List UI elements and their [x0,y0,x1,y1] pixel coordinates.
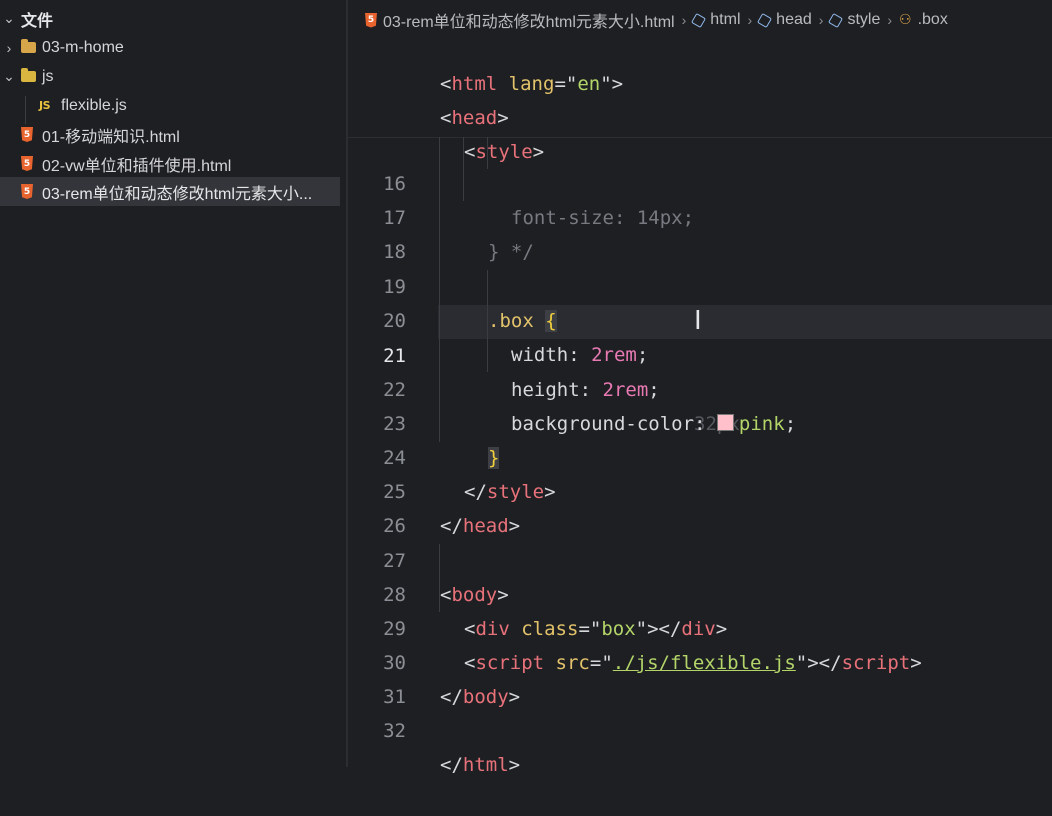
explorer-header[interactable]: ⌄ 文件 [0,4,340,33]
code-line: 22 background-color: pink; [348,339,1052,435]
code-line: 23 } [348,373,1052,469]
code-line: 20 width: 2rem; [348,270,1052,366]
breadcrumb-separator-icon: › [681,12,687,28]
breadcrumb-file[interactable]: 5 03-rem单位和动态修改html元素大小.html [365,8,675,32]
js-folder-icon [21,68,36,82]
chevron-down-icon: ⌄ [3,10,15,26]
tree-item-file-02[interactable]: 5 02-vw单位和插件使用.html [0,149,340,178]
code-line: 18 [348,201,1052,263]
code-line: 28 <div class="box"></div> [348,544,1052,640]
element-icon [691,12,707,28]
sticky-scroll-header[interactable]: <html lang="en"> <head> <style> [348,33,1052,163]
tree-item-file-flexible-js[interactable]: JS flexible.js [0,91,340,120]
code-line: 19 .box { [348,236,1052,332]
code-line: 29 <script src="./js/flexible.js"></scri… [348,578,1052,674]
breadcrumb-label: .box [917,11,948,28]
tree-item-label: flexible.js [61,96,127,114]
breadcrumb-separator-icon: › [818,12,824,28]
breadcrumb-label: head [776,11,812,28]
tree-item-label: js [42,67,54,85]
breadcrumb-label: style [847,11,881,28]
js-file-icon: JS [39,99,51,112]
html5-file-icon: 5 [21,127,33,142]
breadcrumb-html[interactable]: html [691,11,741,29]
tree-item-label: 02-vw单位和插件使用.html [42,157,232,175]
tree-item-folder-03-m-home[interactable]: › 03-m-home [0,33,340,62]
folder-icon [21,39,36,53]
chevron-right-icon: › [6,39,12,56]
breadcrumb-head[interactable]: head [757,11,812,29]
element-icon [828,12,844,28]
sticky-line: <html lang="en"> [440,73,624,95]
tree-item-folder-js[interactable]: ⌄ js [0,62,340,91]
code-line: 32 </html> [348,680,1052,776]
tree-item-file-03-active[interactable]: 5 03-rem单位和动态修改html元素大小... [0,177,340,206]
code-line: 27 <body> [348,510,1052,606]
tree-item-file-01[interactable]: 5 01-移动端知识.html [0,120,340,149]
explorer-sidebar: ⌄ 文件 › 03-m-home ⌄ js JS flexible.js 5 0… [0,0,346,767]
code-line: 31 [348,646,1052,708]
breadcrumb-box[interactable]: ⚇ .box [899,11,948,29]
breadcrumb-separator-icon: › [887,12,893,28]
breadcrumb-file-label: 03-rem单位和动态修改html元素大小.html [383,14,675,31]
css-selector-icon: ⚇ [899,12,912,28]
tree-item-label: 01-移动端知识.html [42,128,180,146]
html5-file-icon: 5 [21,156,33,171]
text-cursor-icon: I [694,306,702,336]
code-line: 26 [348,475,1052,537]
line-number: 32 [383,720,406,742]
element-icon [757,12,773,28]
code-line: 25 </head> [348,441,1052,537]
tree-item-label: 03-rem单位和动态修改html元素大小... [42,185,313,203]
tree-item-label: 03-m-home [42,38,124,56]
breadcrumb-label: html [710,11,741,28]
code-line: 16 font-size: 14px; [348,133,1052,229]
chevron-down-icon: ⌄ [3,68,15,84]
code-line: 30 </body> [348,612,1052,708]
code-line: 17 } */ [348,167,1052,263]
breadcrumb-separator-icon: › [747,12,753,28]
sticky-line: <style> [464,141,545,163]
explorer-title: 文件 [21,12,54,30]
html5-file-icon: 5 [365,12,377,28]
sticky-line: <head> [440,107,509,129]
html5-file-icon: 5 [21,184,33,199]
code-editor[interactable]: 5 03-rem单位和动态修改html元素大小.html › html › he… [348,0,1052,776]
code-line: 24 </style> [348,407,1052,503]
breadcrumb-style[interactable]: style [828,11,881,29]
